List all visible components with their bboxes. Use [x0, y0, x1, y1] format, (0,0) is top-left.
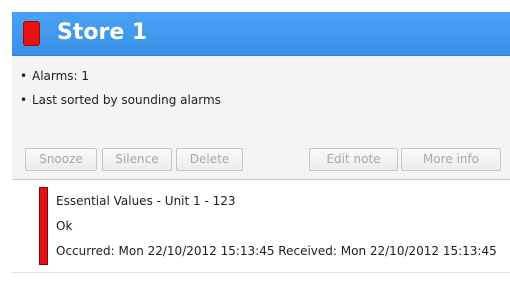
edit-note-button[interactable]: Edit note [309, 148, 398, 171]
alarms-count-text: Alarms: 1 [32, 69, 90, 83]
alarm-severity-bar [39, 187, 48, 265]
alarm-status-text: Ok [56, 219, 73, 233]
alarm-title: Essential Values - Unit 1 - 123 [56, 194, 236, 208]
sort-status-text: Last sorted by sounding alarms [32, 93, 221, 107]
snooze-button[interactable]: Snooze [25, 148, 97, 171]
delete-button[interactable]: Delete [176, 148, 243, 171]
list-divider [12, 272, 510, 273]
info-item-sort: • Last sorted by sounding alarms [20, 88, 221, 112]
store-header: Store 1 [12, 12, 510, 56]
bullet-icon: • [20, 69, 28, 83]
silence-button[interactable]: Silence [102, 148, 172, 171]
info-panel: • Alarms: 1 • Last sorted by sounding alar… [12, 56, 510, 180]
info-list: • Alarms: 1 • Last sorted by sounding alar… [20, 64, 221, 112]
alarm-status-indicator [23, 21, 40, 46]
more-info-button[interactable]: More info [401, 148, 501, 171]
alarm-timestamps: Occurred: Mon 22/10/2012 15:13:45 Receiv… [56, 244, 497, 258]
alarm-toolbar: Snooze Silence Delete Edit note More inf… [25, 148, 510, 171]
alarm-list: Essential Values - Unit 1 - 123 Ok Occur… [12, 180, 510, 272]
bullet-icon: • [20, 93, 28, 107]
store-title: Store 1 [57, 20, 148, 45]
info-item-alarms: • Alarms: 1 [20, 64, 221, 88]
